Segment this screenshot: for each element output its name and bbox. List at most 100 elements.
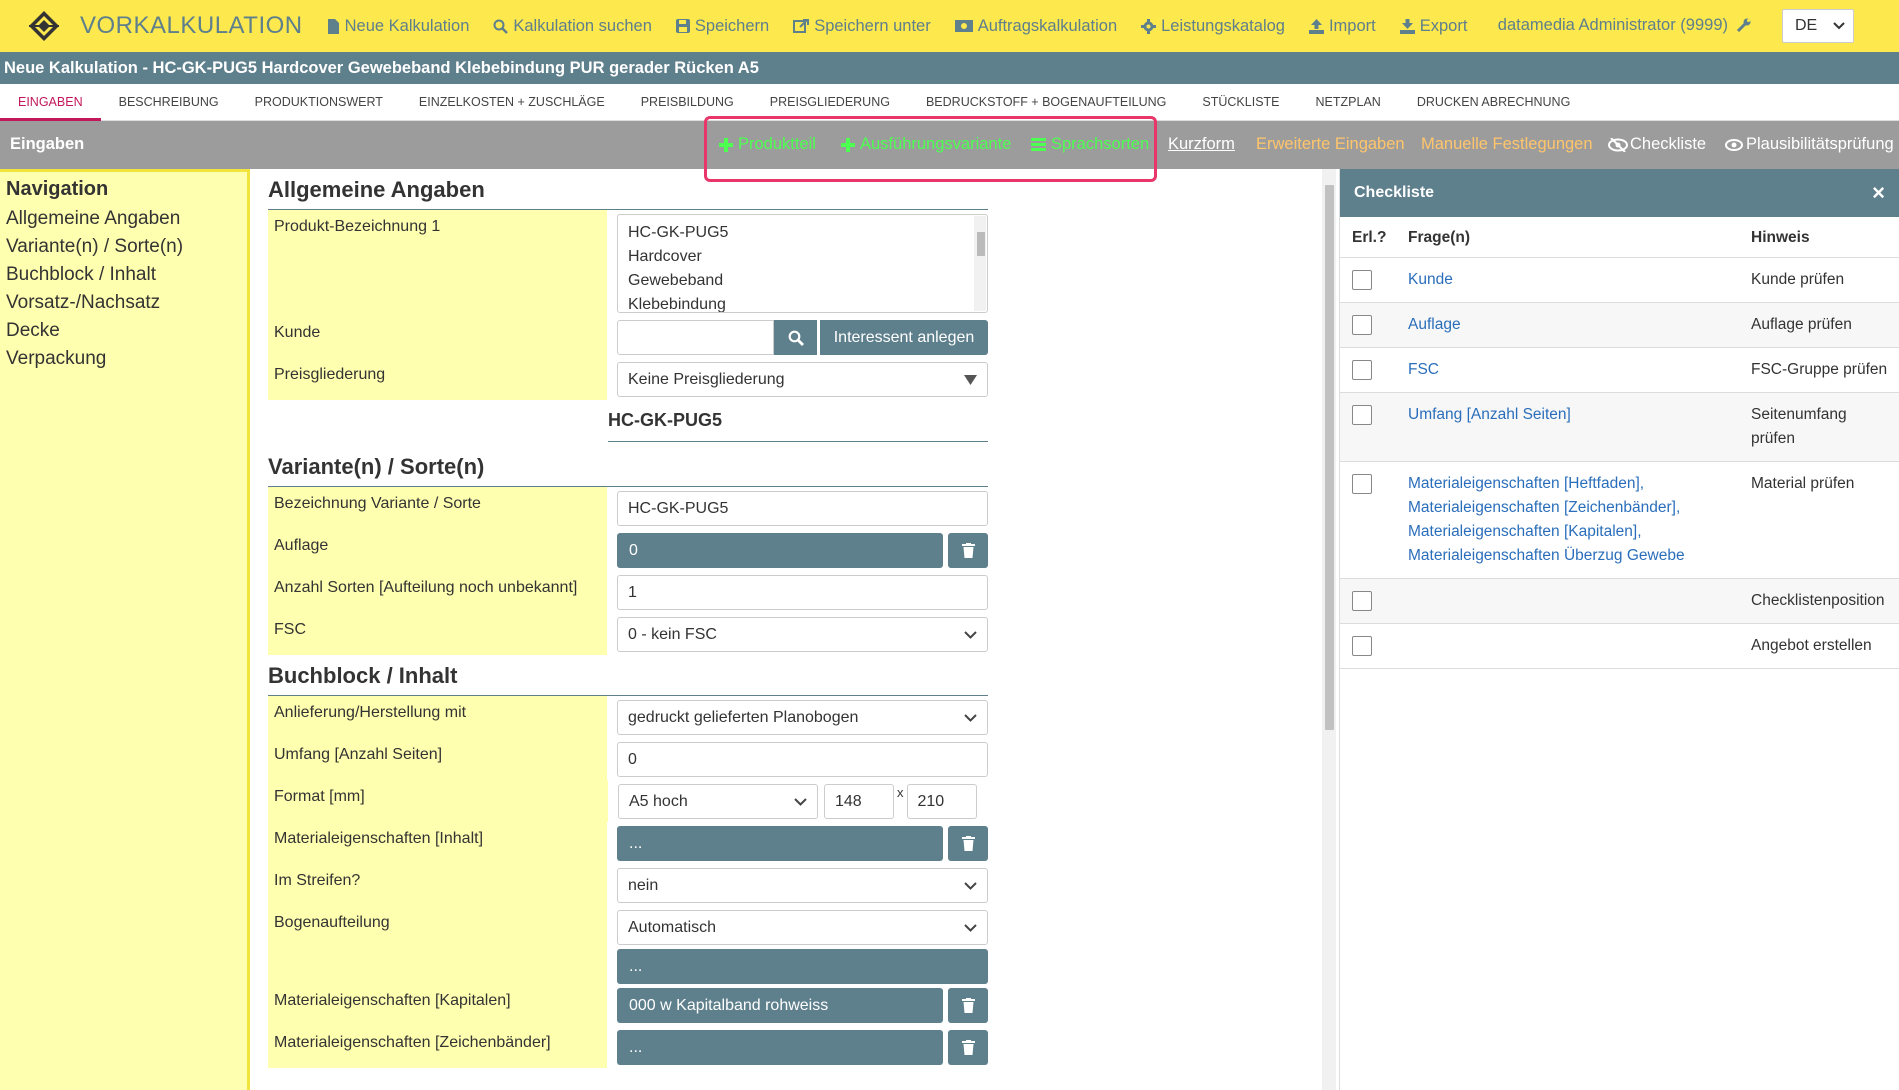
section-allgemeine-angaben: Allgemeine Angaben — [268, 169, 988, 210]
extended-inputs-link[interactable]: Erweiterte Eingaben — [1256, 135, 1405, 154]
strip-select[interactable]: nein — [617, 868, 988, 903]
delete-headband-button[interactable] — [948, 988, 988, 1023]
nav-item-decke[interactable]: Decke — [6, 317, 241, 345]
language-select[interactable]: DE — [1782, 9, 1854, 43]
done-checkbox[interactable] — [1352, 474, 1372, 494]
product-line: Hardcover — [628, 248, 702, 265]
manual-settings-link[interactable]: Manuelle Festlegungen — [1421, 135, 1593, 154]
product-line: Gewebeband — [628, 272, 724, 289]
delete-print-run-button[interactable] — [948, 533, 988, 568]
sheet-layout-detail-button[interactable]: ... — [617, 949, 988, 984]
delete-bookmark-ribbon-button[interactable] — [948, 1030, 988, 1065]
add-product-part-button[interactable]: Produktteil — [719, 135, 816, 154]
table-row: FSC FSC-Gruppe prüfen — [1340, 347, 1899, 393]
main-scrollbar-thumb[interactable] — [1325, 185, 1334, 730]
tab-produktionswert[interactable]: PRODUKTIONSWERT — [237, 84, 401, 121]
tab-einzelkosten[interactable]: EINZELKOSTEN + ZUSCHLÄGE — [401, 84, 623, 121]
wrench-icon — [1736, 18, 1751, 33]
trash-icon — [961, 998, 975, 1013]
user-menu[interactable]: datamedia Administrator (9999) — [1498, 16, 1751, 35]
format-height-input[interactable]: 210 — [906, 784, 977, 819]
question-link[interactable]: Kunde — [1408, 271, 1453, 288]
kunde-label: Kunde — [268, 316, 607, 358]
done-checkbox[interactable] — [1352, 405, 1372, 425]
done-checkbox[interactable] — [1352, 360, 1372, 380]
customer-search-button[interactable] — [774, 320, 817, 355]
import-label: Import — [1328, 16, 1376, 35]
done-checkbox[interactable] — [1352, 591, 1372, 611]
form-row-anzahl: Anzahl Sorten [Aufteilung noch unbekannt… — [268, 571, 988, 613]
tab-preisgliederung[interactable]: PREISGLIEDERUNG — [752, 84, 908, 121]
variant-name-input[interactable]: HC-GK-PUG5 — [617, 491, 988, 526]
tab-eingaben[interactable]: EINGABEN — [0, 84, 101, 121]
question-link[interactable]: FSC — [1408, 361, 1439, 378]
save-button[interactable]: Speichern — [675, 17, 769, 36]
import-button[interactable]: Import — [1308, 16, 1376, 36]
service-catalog-button[interactable]: Leistungskatalog — [1141, 17, 1285, 36]
question-link[interactable]: Auflage — [1408, 316, 1461, 333]
tab-beschreibung[interactable]: BESCHREIBUNG — [101, 84, 237, 121]
section-buchblock: Buchblock / Inhalt — [268, 655, 988, 696]
close-icon[interactable]: × — [1872, 180, 1885, 206]
plausibility-check-button[interactable]: Plausibilitätsprüfung — [1725, 135, 1894, 154]
col-header-question: Frage(n) — [1396, 217, 1739, 258]
chevron-down-icon — [964, 630, 977, 639]
nav-item-allgemeine-angaben[interactable]: Allgemeine Angaben — [6, 205, 241, 233]
form-row-anlieferung: Anlieferung/Herstellung mit gedruckt gel… — [268, 696, 988, 738]
delivery-select[interactable]: gedruckt gelieferten Planobogen — [617, 700, 988, 735]
sheet-layout-select[interactable]: Automatisch — [617, 910, 988, 945]
new-calculation-button[interactable]: Neue Kalkulation — [327, 17, 469, 36]
fsc-select[interactable]: 0 - kein FSC — [617, 617, 988, 652]
nav-item-buchblock[interactable]: Buchblock / Inhalt — [6, 261, 241, 289]
textarea-scrollbar[interactable] — [974, 216, 986, 311]
page-count-input[interactable]: 0 — [617, 742, 988, 777]
form-row-bezeichnung: Bezeichnung Variante / Sorte HC-GK-PUG5 — [268, 487, 988, 529]
format-label: Format [mm] — [268, 780, 608, 822]
save-as-button[interactable]: Speichern unter — [793, 17, 931, 36]
done-checkbox[interactable] — [1352, 270, 1372, 290]
question-link[interactable]: Umfang [Anzahl Seiten] — [1408, 406, 1571, 423]
mat-inhalt-label: Materialeigenschaften [Inhalt] — [268, 822, 607, 864]
order-calculation-button[interactable]: Auftragskalkulation — [954, 16, 1118, 36]
tab-stueckliste[interactable]: STÜCKLISTE — [1184, 84, 1297, 121]
product-name-textarea[interactable]: HC-GK-PUG5 Hardcover Gewebeband Klebebin… — [617, 214, 988, 313]
short-form-link[interactable]: Kurzform — [1168, 135, 1235, 154]
export-button[interactable]: Export — [1399, 17, 1467, 36]
product-code-row: HC-GK-PUG5 — [268, 400, 988, 442]
done-checkbox[interactable] — [1352, 636, 1372, 656]
delete-content-material-button[interactable] — [948, 826, 988, 861]
content-material-button[interactable]: ... — [617, 826, 943, 861]
tab-netzplan[interactable]: NETZPLAN — [1298, 84, 1399, 121]
language-versions-button[interactable]: Sprachsorten — [1031, 135, 1149, 154]
plus-icon — [719, 137, 733, 152]
form-row-produkt: Produkt-Bezeichnung 1 HC-GK-PUG5 Hardcov… — [268, 210, 988, 316]
format-width-input[interactable]: 148 — [824, 784, 894, 819]
question-link[interactable]: Materialeigenschaften [Heftfaden], Mater… — [1408, 475, 1685, 564]
checklist-toggle[interactable]: Checkliste — [1608, 135, 1706, 154]
print-run-input[interactable]: 0 — [617, 533, 943, 568]
nav-item-vorsatz[interactable]: Vorsatz-/Nachsatz — [6, 289, 241, 317]
tab-bedruckstoff[interactable]: BEDRUCKSTOFF + BOGENAUFTEILUNG — [908, 84, 1184, 121]
checklist-header: Checkliste × — [1340, 169, 1899, 217]
tab-drucken-abrechnung[interactable]: DRUCKEN ABRECHNUNG — [1399, 84, 1589, 121]
form-row-kapitalen: Materialeigenschaften [Kapitalen] 000 w … — [268, 984, 988, 1026]
nav-item-verpackung[interactable]: Verpackung — [6, 345, 241, 373]
headband-material-button[interactable]: 000 w Kapitalband rohweiss — [617, 988, 943, 1023]
auflage-label: Auflage — [268, 529, 607, 571]
bezeichnung-label: Bezeichnung Variante / Sorte — [268, 487, 607, 529]
save-as-label: Speichern unter — [814, 16, 931, 35]
done-checkbox[interactable] — [1352, 315, 1372, 335]
form-row-kunde: Kunde Interessent anlegen — [268, 316, 988, 358]
bookmark-ribbon-button[interactable]: ... — [617, 1030, 943, 1065]
create-prospect-button[interactable]: Interessent anlegen — [820, 320, 988, 355]
form-row-streifen: Im Streifen? nein — [268, 864, 988, 906]
tab-preisbildung[interactable]: PREISBILDUNG — [623, 84, 752, 121]
order-calculation-label: Auftragskalkulation — [977, 16, 1118, 35]
format-select[interactable]: A5 hoch — [618, 784, 818, 819]
add-variant-button[interactable]: Ausführungsvariante — [841, 135, 1011, 154]
variant-count-input[interactable]: 1 — [617, 575, 988, 610]
search-calculation-button[interactable]: Kalkulation suchen — [493, 17, 652, 36]
nav-item-varianten[interactable]: Variante(n) / Sorte(n) — [6, 233, 241, 261]
customer-input[interactable] — [617, 320, 774, 355]
price-structure-select[interactable]: Keine Preisgliederung — [617, 362, 988, 397]
